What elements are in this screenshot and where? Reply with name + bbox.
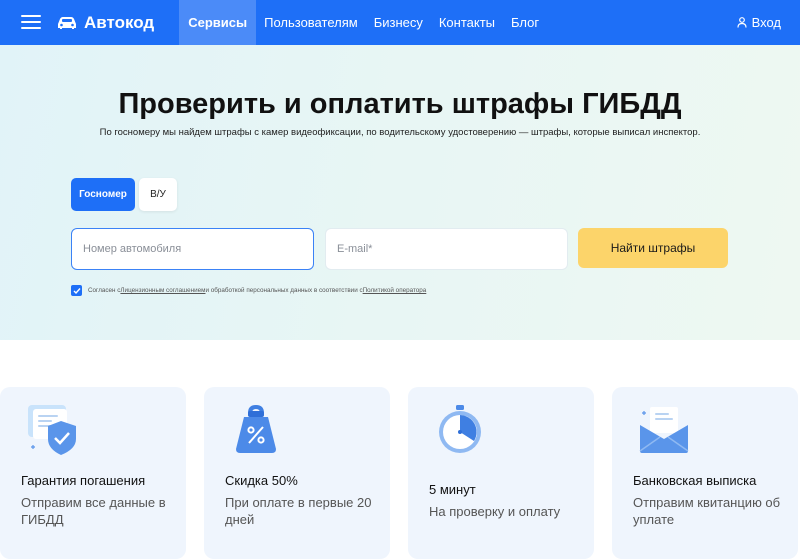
email-input[interactable]: E-mail* (325, 228, 568, 270)
consent-prefix: Согласен с (88, 287, 121, 294)
tab-plate-number[interactable]: Госномер (71, 178, 135, 211)
find-fines-button[interactable]: Найти штрафы (578, 228, 728, 268)
nav-blog[interactable]: Блог (503, 0, 547, 45)
logo[interactable]: Автокод (56, 0, 154, 45)
plate-number-input[interactable]: Номер автомобиля (71, 228, 314, 270)
license-agreement-link[interactable]: Лицензионным соглашением (120, 287, 205, 294)
check-icon (73, 287, 81, 294)
card-text: На проверку и оплату (429, 504, 561, 519)
car-icon (58, 16, 76, 29)
card-title: Банковская выписка (633, 473, 757, 488)
tab-driver-license[interactable]: В/У (139, 178, 177, 211)
feature-card-discount: Скидка 50% При оплате в первые 20 дней (204, 387, 390, 559)
top-navbar: Автокод Сервисы Пользователям Бизнесу Ко… (0, 0, 800, 45)
menu-icon[interactable] (21, 15, 41, 29)
feature-card-guarantee: Гарантия погашения Отправим все данные в… (0, 387, 186, 559)
nav-contacts[interactable]: Контакты (431, 0, 503, 45)
login-label: Вход (751, 15, 781, 30)
consent-checkbox[interactable] (71, 285, 82, 296)
envelope-icon (639, 407, 689, 453)
shield-document-icon (28, 405, 76, 455)
card-text: Отправим все данные в ГИБДД (21, 495, 166, 527)
card-title: 5 минут (429, 482, 476, 497)
hero-section: Проверить и оплатить штрафы ГИБДД По гос… (0, 45, 800, 340)
card-title: Скидка 50% (225, 473, 298, 488)
stopwatch-icon (439, 405, 481, 453)
card-title: Гарантия погашения (21, 473, 146, 488)
logo-text: Автокод (84, 12, 155, 32)
feature-card-bank: Банковская выписка Отправим квитанцию об… (612, 387, 798, 559)
nav-services[interactable]: Сервисы (179, 0, 257, 45)
discount-weight-icon (236, 404, 276, 453)
main-nav: Сервисы Пользователям Бизнесу Контакты Б… (179, 0, 547, 45)
page-title: Проверить и оплатить штрафы ГИБДД (118, 88, 682, 120)
login-button[interactable]: Вход (736, 0, 781, 45)
consent-row: Согласен с Лицензионным соглашением и об… (71, 285, 426, 296)
user-icon (736, 17, 747, 28)
page-subtitle: По госномеру мы найдем штрафы с камер ви… (99, 127, 701, 138)
nav-users[interactable]: Пользователям (256, 0, 366, 45)
consent-middle: и обработкой персональных данных в соотв… (205, 287, 363, 294)
card-text: При оплате в первые 20 дней (225, 495, 372, 527)
operator-policy-link[interactable]: Политикой оператора (363, 287, 427, 294)
nav-business[interactable]: Бизнесу (366, 0, 431, 45)
card-text: Отправим квитанцию об уплате (633, 495, 781, 527)
search-type-tabs: Госномер В/У (71, 178, 177, 211)
feature-card-time: 5 минут На проверку и оплату (408, 387, 594, 559)
